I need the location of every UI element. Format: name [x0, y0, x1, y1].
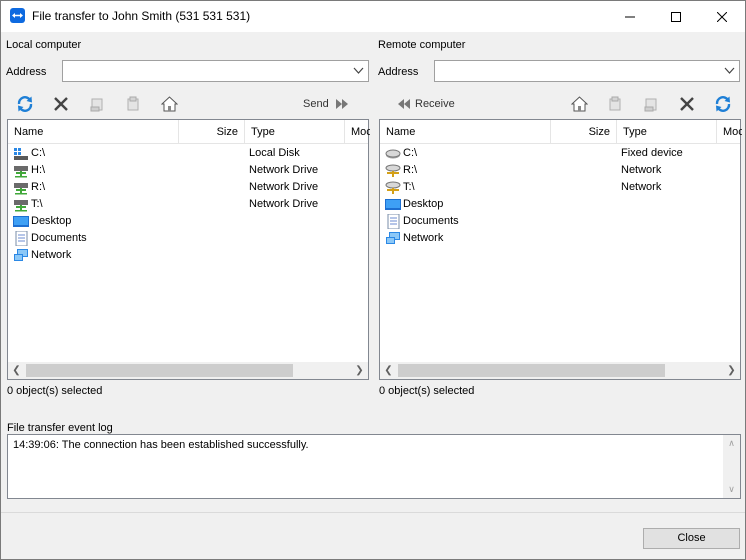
up-folder-icon[interactable]	[605, 95, 625, 113]
list-item[interactable]: Network	[8, 247, 368, 264]
local-rows: C:\ Local Disk H:\ Network Drive R:\ Net…	[8, 145, 368, 264]
maximize-button[interactable]	[653, 1, 699, 32]
local-address-combobox[interactable]	[62, 60, 369, 82]
list-item[interactable]: Network	[380, 230, 740, 247]
column-header-size[interactable]: Size	[179, 120, 245, 144]
column-header-modified[interactable]: Moc	[717, 120, 742, 144]
refresh-icon[interactable]	[713, 95, 733, 113]
network-drive-icon	[14, 183, 28, 195]
network-icon	[14, 249, 28, 261]
list-item[interactable]: T:\ Network	[380, 179, 740, 196]
scroll-left-icon[interactable]: ❮	[8, 362, 25, 379]
desktop-icon	[385, 199, 401, 210]
local-horizontal-scrollbar[interactable]: ❮ ❯	[8, 362, 368, 379]
column-header-size[interactable]: Size	[551, 120, 617, 144]
remote-address-label: Address	[378, 66, 419, 78]
column-header-type[interactable]: Type	[617, 120, 717, 144]
local-disk-icon	[14, 148, 28, 160]
network-drive-icon	[385, 181, 401, 194]
up-folder-icon[interactable]	[123, 95, 143, 113]
remote-horizontal-scrollbar[interactable]: ❮ ❯	[380, 362, 740, 379]
refresh-icon[interactable]	[15, 95, 35, 113]
send-label[interactable]: Send	[303, 98, 329, 110]
remote-address-combobox[interactable]	[434, 60, 740, 82]
documents-icon	[15, 231, 28, 246]
network-drive-icon	[14, 166, 28, 178]
desktop-icon	[13, 216, 29, 227]
list-item[interactable]: R:\ Network	[380, 162, 740, 179]
column-header-name[interactable]: Name	[380, 120, 551, 144]
local-status-text: 0 object(s) selected	[7, 385, 103, 397]
new-folder-icon[interactable]	[87, 95, 107, 113]
fixed-drive-icon	[385, 149, 401, 159]
column-header-modified[interactable]: Moc	[345, 120, 370, 144]
scroll-left-icon[interactable]: ❮	[380, 362, 397, 379]
event-log-label: File transfer event log	[7, 422, 113, 434]
home-icon[interactable]	[569, 95, 589, 113]
local-computer-label: Local computer	[6, 39, 82, 51]
local-file-list[interactable]: Name Size Type Moc C:\ Local Disk H:\ Ne…	[7, 119, 370, 380]
scroll-up-icon[interactable]: ∧	[723, 438, 740, 449]
list-item[interactable]: R:\ Network Drive	[8, 179, 368, 196]
teamviewer-app-icon	[10, 8, 25, 23]
title-bar[interactable]: File transfer to John Smith (531 531 531…	[1, 1, 745, 32]
chevron-down-icon[interactable]	[724, 65, 735, 76]
window-title: File transfer to John Smith (531 531 531…	[32, 9, 251, 23]
remote-status-text: 0 object(s) selected	[379, 385, 475, 397]
list-item[interactable]: C:\ Fixed device	[380, 145, 740, 162]
list-item[interactable]: Desktop	[8, 213, 368, 230]
delete-icon[interactable]	[677, 95, 697, 113]
scroll-right-icon[interactable]: ❯	[723, 362, 740, 379]
local-address-label: Address	[6, 66, 47, 78]
remote-computer-label: Remote computer	[378, 39, 466, 51]
local-list-header: Name Size Type Moc	[8, 120, 370, 144]
remote-file-list[interactable]: Name Size Type Moc C:\ Fixed device R:\ …	[379, 119, 742, 380]
list-item[interactable]: Documents	[8, 230, 368, 247]
list-item[interactable]: Documents	[380, 213, 740, 230]
list-item[interactable]: H:\ Network Drive	[8, 162, 368, 179]
receive-label[interactable]: Receive	[415, 98, 455, 110]
remote-scroll-thumb[interactable]	[398, 364, 665, 377]
minimize-button[interactable]	[607, 1, 653, 32]
footer-divider	[1, 512, 745, 513]
local-scroll-thumb[interactable]	[26, 364, 293, 377]
remote-list-header: Name Size Type Moc	[380, 120, 742, 144]
network-icon	[386, 232, 400, 244]
event-log-textbox[interactable]: 14:39:06: The connection has been establ…	[7, 434, 741, 499]
new-folder-icon[interactable]	[641, 95, 661, 113]
log-entry: 14:39:06: The connection has been establ…	[13, 439, 309, 451]
documents-icon	[387, 214, 400, 229]
chevron-down-icon[interactable]	[353, 65, 364, 76]
close-button[interactable]: Close	[643, 528, 740, 549]
scroll-right-icon[interactable]: ❯	[351, 362, 368, 379]
list-item[interactable]: T:\ Network Drive	[8, 196, 368, 213]
home-icon[interactable]	[159, 95, 179, 113]
delete-icon[interactable]	[51, 95, 71, 113]
scroll-down-icon[interactable]: ∨	[723, 484, 740, 495]
receive-arrow-icon[interactable]	[394, 95, 414, 113]
list-item[interactable]: Desktop	[380, 196, 740, 213]
file-transfer-window: File transfer to John Smith (531 531 531…	[0, 0, 746, 560]
network-drive-icon	[14, 200, 28, 212]
column-header-name[interactable]: Name	[8, 120, 179, 144]
column-header-type[interactable]: Type	[245, 120, 345, 144]
remote-rows: C:\ Fixed device R:\ Network T:\ Network…	[380, 145, 740, 247]
network-drive-icon	[385, 164, 401, 177]
log-vertical-scrollbar[interactable]: ∧ ∨	[723, 435, 740, 498]
send-arrow-icon[interactable]	[332, 95, 352, 113]
list-item[interactable]: C:\ Local Disk	[8, 145, 368, 162]
close-window-button[interactable]	[699, 1, 745, 32]
